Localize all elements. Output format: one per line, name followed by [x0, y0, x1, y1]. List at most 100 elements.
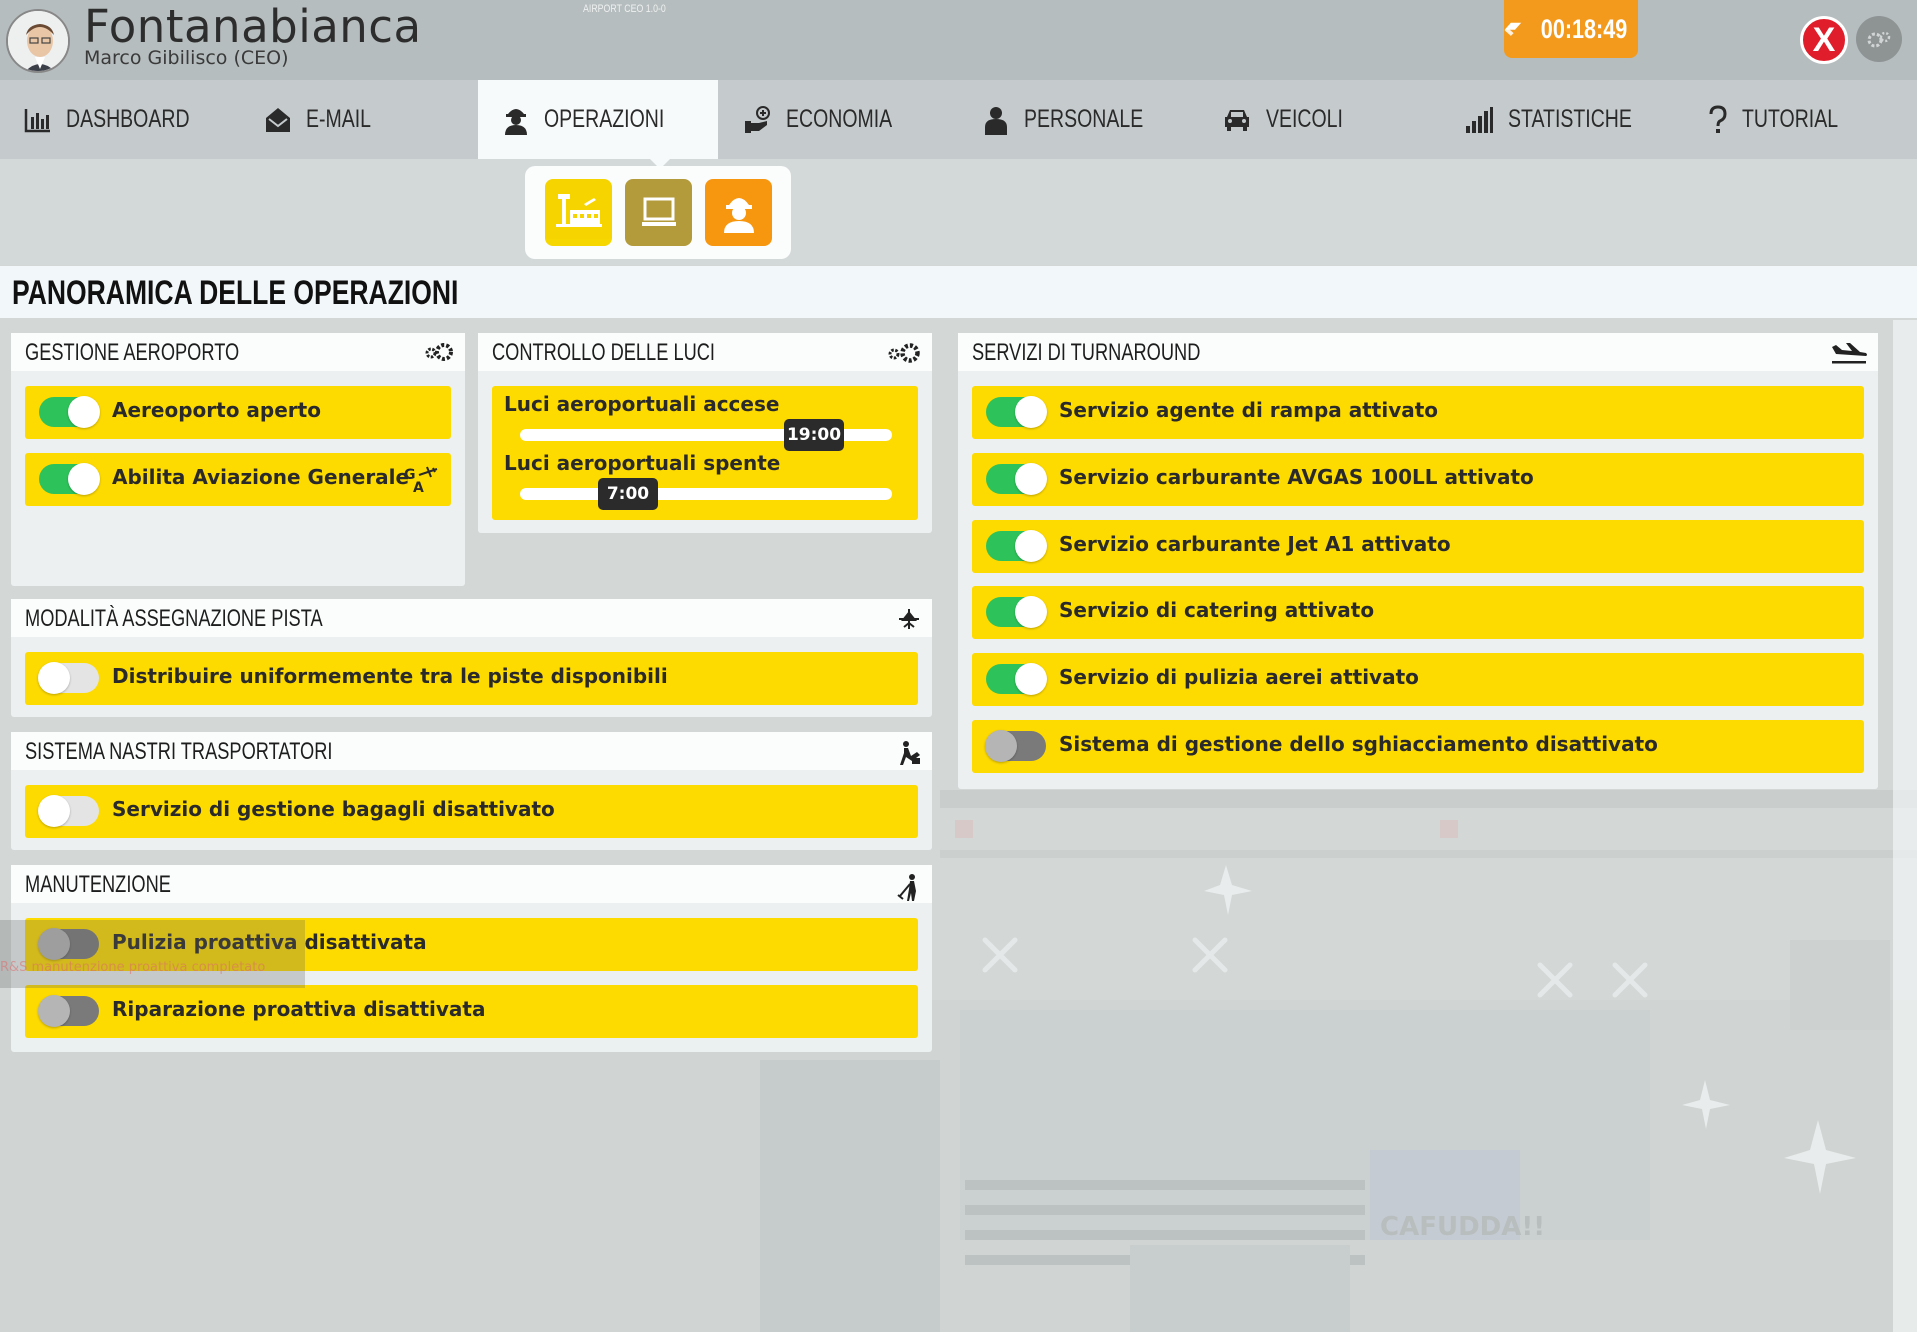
toggle-switch[interactable]	[986, 663, 1047, 695]
toggle-switch[interactable]	[38, 662, 99, 694]
baggage-icon	[900, 741, 920, 765]
panel-header: GESTIONE AEROPORTO	[11, 333, 465, 371]
tab-label: ECONOMIA	[786, 105, 893, 133]
row-carburante-avgas[interactable]: Servizio carburante AVGAS 100LL attivato	[972, 453, 1864, 506]
lights-settings: Luci aeroportuali accese 19:00 Luci aero…	[492, 386, 918, 520]
plane-takeoff-icon	[899, 609, 919, 629]
row-agente-rampa[interactable]: Servizio agente di rampa attivato	[972, 386, 1864, 439]
ceo-name: Marco Gibilisco (CEO)	[84, 47, 289, 69]
panel-title: CONTROLLO DELLE LUCI	[492, 339, 716, 366]
subnav-computer-button[interactable]	[625, 179, 692, 246]
row-sghiacciamento[interactable]: Sistema di gestione dello sghiacciamento…	[972, 720, 1864, 773]
toggle-switch[interactable]	[39, 463, 100, 495]
row-label: Servizio di catering attivato	[1059, 598, 1375, 622]
row-label: Servizio agente di rampa attivato	[1059, 398, 1439, 422]
slider-knob[interactable]: 7:00	[598, 478, 658, 510]
slider-knob[interactable]: 19:00	[784, 419, 844, 451]
gears-icon	[888, 343, 920, 363]
panel-nastri-trasportatori: SISTEMA NASTRI TRASPORTATORI Servizio di…	[11, 732, 932, 850]
tab-economia[interactable]: ECONOMIA	[718, 80, 958, 159]
tab-statistiche[interactable]: STATISTICHE	[1438, 80, 1678, 159]
toggle-switch[interactable]	[986, 396, 1047, 428]
row-label: Servizio carburante AVGAS 100LL attivato	[1059, 465, 1534, 489]
cleaner-icon	[897, 874, 916, 901]
tooltip-text: R&S manutenzione proattiva completato	[0, 960, 266, 975]
close-button[interactable]: X	[1800, 16, 1848, 64]
lights-off-slider[interactable]: 7:00	[520, 478, 892, 510]
tab-tutorial[interactable]: TUTORIAL	[1678, 80, 1917, 159]
gears-icon	[425, 343, 453, 361]
tab-label: VEICOLI	[1266, 105, 1343, 133]
lights-off-label: Luci aeroportuali spente	[504, 451, 781, 475]
row-pulizia-aerei[interactable]: Servizio di pulizia aerei attivato	[972, 653, 1864, 706]
scrollbar-track[interactable]	[1893, 320, 1917, 1332]
toggle-switch[interactable]	[986, 463, 1047, 495]
lights-on-label: Luci aeroportuali accese	[504, 392, 780, 416]
toggle-switch[interactable]	[38, 795, 99, 827]
operations-subnav	[525, 166, 791, 259]
panel-header: SERVIZI DI TURNAROUND	[958, 333, 1878, 371]
panel-controllo-luci: CONTROLLO DELLE LUCI Luci aeroportuali a…	[478, 333, 932, 533]
row-label: Servizio carburante Jet A1 attivato	[1059, 532, 1451, 556]
panel-gestione-aeroporto: GESTIONE AEROPORTO Aereoporto aperto Abi…	[11, 333, 465, 586]
tab-label: DASHBOARD	[66, 105, 190, 133]
clock-time: 00:18:49	[1540, 13, 1628, 44]
row-label: Aereoporto aperto	[112, 398, 321, 422]
row-label: Sistema di gestione dello sghiacciamento…	[1059, 732, 1658, 756]
row-label: Servizio di pulizia aerei attivato	[1059, 665, 1419, 689]
tooltip-overlay	[0, 920, 305, 988]
tab-operazioni[interactable]: OPERAZIONI	[478, 80, 718, 159]
subnav-staff-button[interactable]	[705, 179, 772, 246]
envelope-icon	[266, 107, 290, 132]
page-title-bar: PANORAMICA DELLE OPERAZIONI	[0, 266, 1917, 318]
bar-chart-icon	[24, 108, 50, 132]
row-label: Distribuire uniformemente tra le piste d…	[112, 664, 668, 688]
panel-title: SISTEMA NASTRI TRASPORTATORI	[25, 738, 333, 765]
lights-on-time: 19:00	[786, 425, 842, 445]
airport-icon	[555, 194, 602, 227]
subnav-band	[0, 159, 1917, 265]
row-label: Abilita Aviazione Generale	[112, 465, 410, 489]
top-bar: Fontanabianca Marco Gibilisco (CEO) AIRP…	[0, 0, 1917, 80]
row-gestione-bagagli[interactable]: Servizio di gestione bagagli disattivato	[25, 785, 918, 838]
tab-personale[interactable]: PERSONALE	[958, 80, 1198, 159]
tab-label: OPERAZIONI	[544, 105, 665, 133]
main-tabs: DASHBOARD E-MAIL OPERAZIONI ECONOMIA PER…	[0, 80, 1917, 159]
settings-button[interactable]	[1856, 16, 1902, 62]
panel-title: MANUTENZIONE	[25, 871, 171, 898]
tab-veicoli[interactable]: VEICOLI	[1198, 80, 1438, 159]
speed-icon	[1504, 22, 1522, 36]
car-icon	[1225, 109, 1249, 131]
game-version: AIRPORT CEO 1.0-0	[583, 3, 666, 15]
row-carburante-jet-a1[interactable]: Servizio carburante Jet A1 attivato	[972, 520, 1864, 573]
signal-icon	[1466, 106, 1493, 133]
gear-icon	[1867, 31, 1891, 48]
row-riparazione-proattiva[interactable]: Riparazione proattiva disattivata	[25, 985, 918, 1038]
row-aviazione-generale[interactable]: Abilita Aviazione Generale G A	[25, 453, 451, 506]
panel-title: GESTIONE AEROPORTO	[25, 339, 240, 366]
panel-header: SISTEMA NASTRI TRASPORTATORI	[11, 732, 932, 770]
toggle-switch[interactable]	[38, 995, 99, 1027]
toggle-switch[interactable]	[986, 596, 1047, 628]
tab-email[interactable]: E-MAIL	[240, 80, 480, 159]
row-aeroporto-aperto[interactable]: Aereoporto aperto	[25, 386, 451, 439]
subnav-airport-button[interactable]	[545, 179, 612, 246]
game-clock[interactable]: 00:18:49	[1504, 0, 1638, 58]
toggle-switch[interactable]	[39, 396, 100, 428]
panel-header: CONTROLLO DELLE LUCI	[478, 333, 932, 371]
panel-header: MANUTENZIONE	[11, 865, 932, 903]
toggle-switch[interactable]	[986, 530, 1047, 562]
tab-dashboard[interactable]: DASHBOARD	[0, 80, 240, 159]
panel-title: SERVIZI DI TURNAROUND	[972, 339, 1201, 366]
svg-text:A: A	[413, 480, 424, 495]
money-icon	[745, 105, 770, 133]
map-sign-text: CAFUDDA!!	[1380, 1212, 1545, 1242]
row-catering[interactable]: Servizio di catering attivato	[972, 586, 1864, 639]
person-icon	[985, 106, 1007, 135]
panel-title: MODALITÀ ASSEGNAZIONE PISTA	[25, 605, 323, 632]
ceo-avatar[interactable]	[6, 9, 70, 73]
row-distribuire-piste[interactable]: Distribuire uniformemente tra le piste d…	[25, 652, 918, 705]
panel-assegnazione-pista: MODALITÀ ASSEGNAZIONE PISTA Distribuire …	[11, 599, 932, 717]
lights-on-slider[interactable]: 19:00	[520, 419, 892, 451]
toggle-switch[interactable]	[985, 730, 1046, 762]
